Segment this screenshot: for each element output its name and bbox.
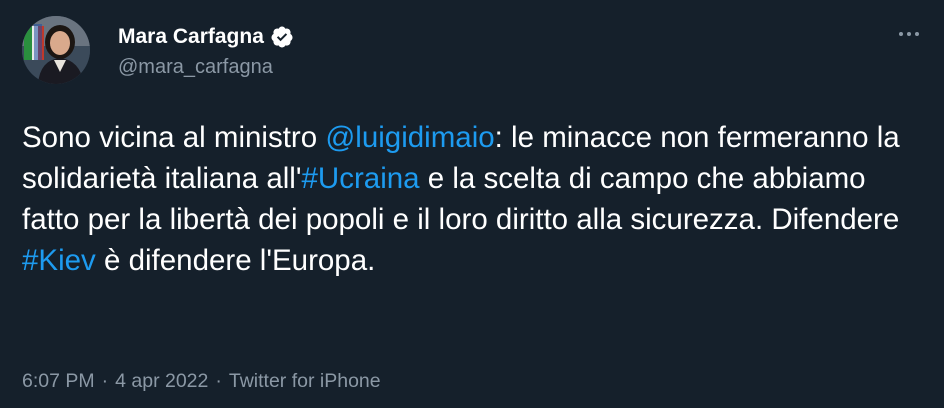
text-segment: è difendere l'Europa. — [95, 244, 376, 277]
text-segment: Sono vicina al ministro — [22, 121, 326, 154]
meta-separator: · — [215, 370, 222, 392]
more-dot — [915, 32, 919, 36]
tweet-source[interactable]: Twitter for iPhone — [229, 370, 381, 393]
more-dot — [907, 32, 911, 36]
tweet-date[interactable]: 4 apr 2022 — [115, 370, 208, 393]
meta-separator: · — [101, 370, 109, 392]
hashtag-link[interactable]: #Kiev — [22, 244, 96, 277]
tweet-meta: 6:07 PM · 4 apr 2022 · Twitter for iPhon… — [22, 370, 381, 393]
tweet-header: Mara Carfagna @mara_carfagna — [22, 15, 294, 85]
hashtag-link[interactable]: #Ucraina — [302, 162, 420, 195]
tweet-time[interactable]: 6:07 PM — [22, 370, 95, 393]
more-dot — [899, 32, 903, 36]
author-names: Mara Carfagna @mara_carfagna — [118, 22, 294, 79]
mention-link[interactable]: @luigidimaio — [325, 121, 494, 154]
avatar-image — [22, 16, 90, 84]
verified-badge-icon — [270, 25, 294, 49]
tweet-text: Sono vicina al ministro @luigidimaio: le… — [22, 117, 922, 281]
author-handle[interactable]: @mara_carfagna — [118, 56, 294, 79]
display-name[interactable]: Mara Carfagna — [118, 25, 264, 49]
avatar[interactable] — [22, 16, 90, 84]
more-horizontal-icon[interactable] — [894, 22, 924, 46]
name-row: Mara Carfagna — [118, 22, 294, 52]
tweet-card: Mara Carfagna @mara_carfagna Sono vicina… — [0, 0, 944, 408]
